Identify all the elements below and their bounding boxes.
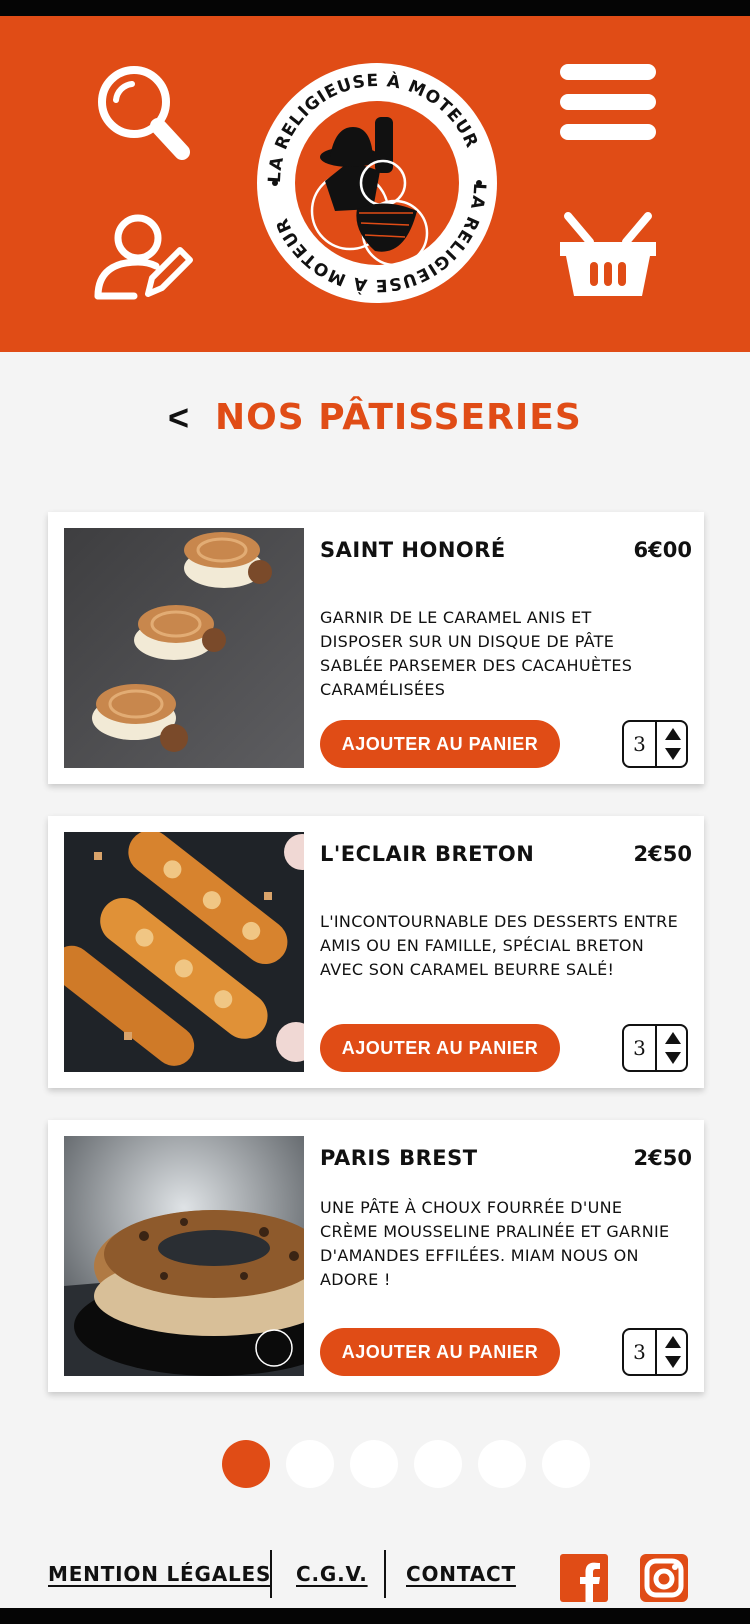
product-price: 6€00 xyxy=(633,538,692,562)
arrow-down-icon[interactable] xyxy=(662,744,684,764)
page-dot-5[interactable] xyxy=(478,1440,526,1488)
quantity-stepper[interactable]: 3 xyxy=(622,1024,688,1072)
product-name: L'ECLAIR BRETON xyxy=(320,842,535,866)
brand-logo[interactable]: LA RELIGIEUSE À MOTEUR LA RELIGIEUSE À M… xyxy=(255,61,499,305)
pagination xyxy=(222,1440,602,1488)
page-dot-1[interactable] xyxy=(222,1440,270,1488)
menu-icon[interactable] xyxy=(560,62,656,142)
arrow-up-icon[interactable] xyxy=(662,1332,684,1352)
cart-icon[interactable] xyxy=(560,212,656,296)
add-to-cart-button[interactable]: AJOUTER AU PANIER xyxy=(320,720,560,768)
page-dot-6[interactable] xyxy=(542,1440,590,1488)
product-name: PARIS BREST xyxy=(320,1146,478,1170)
account-edit-icon[interactable] xyxy=(94,212,194,302)
product-card: L'ECLAIR BRETON 2€50 L'INCONTOURNABLE DE… xyxy=(48,816,704,1088)
footer-divider xyxy=(270,1550,272,1598)
page-dot-4[interactable] xyxy=(414,1440,462,1488)
product-price: 2€50 xyxy=(633,842,692,866)
instagram-icon[interactable] xyxy=(640,1554,688,1602)
search-icon[interactable] xyxy=(94,62,194,166)
site-header: LA RELIGIEUSE À MOTEUR LA RELIGIEUSE À M… xyxy=(0,16,750,352)
add-to-cart-button[interactable]: AJOUTER AU PANIER xyxy=(320,1328,560,1376)
product-image[interactable] xyxy=(64,832,304,1072)
arrow-up-icon[interactable] xyxy=(662,1028,684,1048)
page-title: NOS PÂTISSERIES xyxy=(215,397,582,438)
back-button[interactable]: < xyxy=(168,398,189,438)
arrow-down-icon[interactable] xyxy=(662,1048,684,1068)
product-image[interactable] xyxy=(64,528,304,768)
footer-divider xyxy=(384,1550,386,1598)
product-name: SAINT HONORÉ xyxy=(320,538,506,562)
quantity-stepper[interactable]: 3 xyxy=(622,720,688,768)
product-card: SAINT HONORÉ 6€00 GARNIR DE LE CARAMEL A… xyxy=(48,512,704,784)
product-image[interactable] xyxy=(64,1136,304,1376)
footer-link-cgv[interactable]: C.G.V. xyxy=(296,1562,368,1586)
arrow-down-icon[interactable] xyxy=(662,1352,684,1372)
facebook-icon[interactable] xyxy=(560,1554,608,1602)
product-price: 2€50 xyxy=(633,1146,692,1170)
footer-link-contact[interactable]: CONTACT xyxy=(406,1562,516,1586)
add-to-cart-button[interactable]: AJOUTER AU PANIER xyxy=(320,1024,560,1072)
home-indicator-bar xyxy=(0,1608,750,1624)
product-description: GARNIR DE LE CARAMEL ANIS ET DISPOSER SU… xyxy=(320,608,633,699)
product-card: PARIS BREST 2€50 UNE PÂTE À CHOUX FOURRÉ… xyxy=(48,1120,704,1392)
page-heading: < NOS PÂTISSERIES xyxy=(0,392,750,448)
footer-link-legal[interactable]: MENTION LÉGALES xyxy=(48,1562,271,1586)
quantity-stepper[interactable]: 3 xyxy=(622,1328,688,1376)
page-dot-3[interactable] xyxy=(350,1440,398,1488)
product-description: UNE PÂTE À CHOUX FOURRÉE D'UNE CRÈME MOU… xyxy=(320,1198,670,1289)
page-dot-2[interactable] xyxy=(286,1440,334,1488)
quantity-value[interactable]: 3 xyxy=(624,1330,657,1374)
arrow-up-icon[interactable] xyxy=(662,724,684,744)
quantity-value[interactable]: 3 xyxy=(624,1026,657,1070)
status-bar xyxy=(0,0,750,16)
site-footer: MENTION LÉGALES C.G.V. CONTACT xyxy=(0,1550,750,1602)
quantity-value[interactable]: 3 xyxy=(624,722,657,766)
product-description: L'INCONTOURNABLE DES DESSERTS ENTRE AMIS… xyxy=(320,912,678,979)
